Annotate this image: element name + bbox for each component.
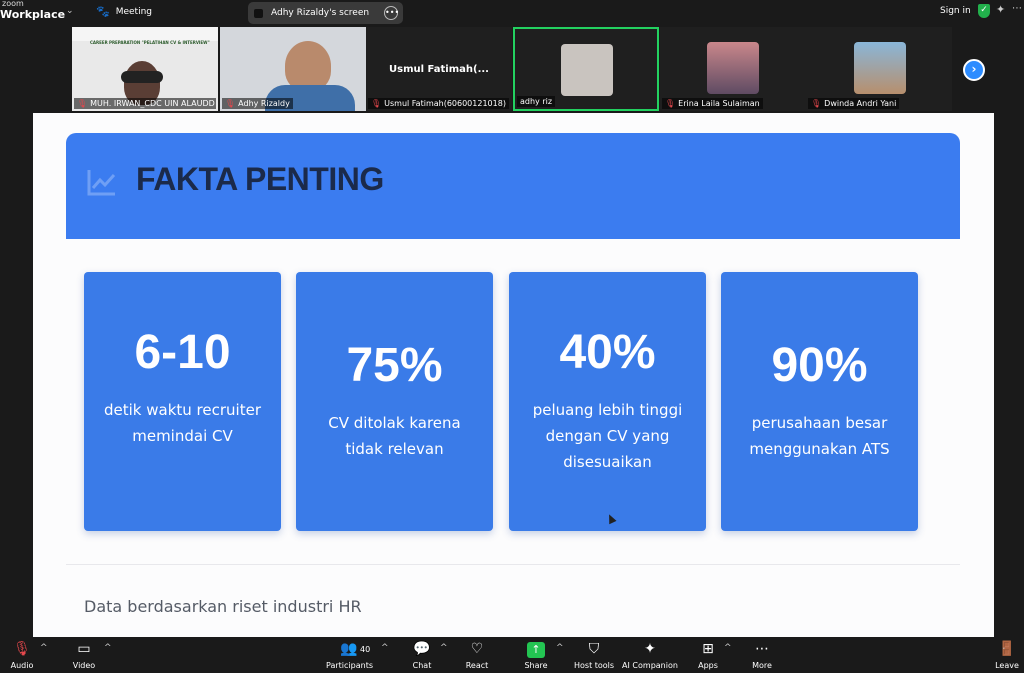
stat-card: 6-10 detik waktu recruiter memindai CV xyxy=(84,272,281,531)
apps-button[interactable]: ⊞ Apps xyxy=(694,639,722,670)
more-dots-icon: ⋯ xyxy=(755,641,769,657)
mic-muted-icon: 🎙 xyxy=(371,99,382,108)
participant-name: 🎙 Usmul Fatimah(60600121018) xyxy=(368,98,509,109)
stat-card: 90% perusahaan besar menggunakan ATS xyxy=(721,272,918,531)
mic-muted-icon: 🎙 xyxy=(811,99,822,108)
mic-muted-icon: 🎙 xyxy=(225,99,236,108)
audio-button[interactable]: 🎙 Audio xyxy=(8,639,36,670)
ai-sparkle-icon: ✦ xyxy=(644,641,656,657)
video-button[interactable]: ▭ Video xyxy=(70,639,98,670)
heart-icon: ♡ xyxy=(470,641,484,657)
slide-header: FAKTA PENTING xyxy=(66,133,960,239)
stat-card: 40% peluang lebih tinggi dengan CV yang … xyxy=(509,272,706,531)
audio-options-caret[interactable]: ^ xyxy=(40,643,48,653)
stat-description: detik waktu recruiter memindai CV xyxy=(104,401,261,445)
security-shield-icon[interactable]: ✓ xyxy=(978,4,990,18)
mic-muted-icon: 🎙 xyxy=(13,641,31,657)
stat-value: 6-10 xyxy=(134,326,231,379)
video-tile[interactable]: 🎙 Dwinda Andri Yani xyxy=(806,27,952,111)
stat-card: 75% CV ditolak karena tidak relevan xyxy=(296,272,493,531)
overflow-icon[interactable]: ⋯ xyxy=(1012,3,1022,14)
more-options-icon[interactable]: ••• xyxy=(384,6,399,20)
participant-name: adhy riz xyxy=(517,96,556,107)
meeting-tab[interactable]: 🐾 Meeting xyxy=(96,5,152,18)
leave-button[interactable]: 🚪 Leave xyxy=(994,639,1020,670)
slide-footnote: Data berdasarkan riset industri HR xyxy=(84,597,362,616)
stat-value: 75% xyxy=(346,339,443,392)
video-camera-icon: ▭ xyxy=(77,641,91,657)
stat-description: peluang lebih tinggi dengan CV yang dise… xyxy=(532,401,683,471)
stat-description: CV ditolak karena tidak relevan xyxy=(328,414,461,458)
participant-avatar xyxy=(707,42,759,94)
host-shield-icon: ⛉ xyxy=(588,641,600,657)
meeting-toolbar: 🎙 Audio ^ ▭ Video ^ 👥 Participants 40 ^ … xyxy=(0,637,1024,673)
slide-title: FAKTA PENTING xyxy=(136,161,384,197)
meeting-label: Meeting xyxy=(115,6,152,17)
ai-sparkle-icon[interactable]: ✦ xyxy=(996,3,1005,16)
brand-line2: Workplace xyxy=(0,8,66,21)
participant-avatar xyxy=(561,44,613,96)
participants-options-caret[interactable]: ^ xyxy=(381,643,389,653)
chat-options-caret[interactable]: ^ xyxy=(440,643,448,653)
participant-video xyxy=(285,41,331,91)
apps-grid-icon: ⊞ xyxy=(702,641,714,657)
participant-big-name: Usmul Fatimah(... xyxy=(389,64,489,75)
video-tile[interactable]: CAREER PREPARATION "PELATIHAN CV & INTER… xyxy=(72,27,218,111)
headset-icon xyxy=(121,71,163,83)
video-tile[interactable]: 🎙 Erina Laila Sulaiman xyxy=(660,27,806,111)
react-button[interactable]: ♡ React xyxy=(462,639,492,670)
brand-line1: zoom xyxy=(2,0,24,8)
top-bar: zoom Workplace ⌄ 🐾 Meeting Adhy Rizaldy'… xyxy=(0,0,1024,26)
sign-in-link[interactable]: Sign in xyxy=(940,6,971,16)
participant-avatar xyxy=(854,42,906,94)
trending-chart-icon xyxy=(87,170,116,196)
host-tools-button[interactable]: ⛉ Host tools xyxy=(574,639,614,670)
participant-name: 🎙 Erina Laila Sulaiman xyxy=(662,98,763,109)
divider xyxy=(66,564,960,565)
video-options-caret[interactable]: ^ xyxy=(104,643,112,653)
participants-button[interactable]: 👥 Participants xyxy=(326,639,373,670)
video-gallery: CAREER PREPARATION "PELATIHAN CV & INTER… xyxy=(0,26,1024,113)
participant-name: 🎙 Dwinda Andri Yani xyxy=(808,98,900,109)
share-button[interactable]: ↑ Share xyxy=(522,639,550,670)
chat-button[interactable]: 💬 Chat xyxy=(408,639,436,670)
video-tile-active-speaker[interactable]: adhy riz xyxy=(513,27,659,111)
mic-muted-icon: 🎙 xyxy=(77,99,88,108)
screen-label: Adhy Rizaldy's screen xyxy=(271,8,370,18)
leave-door-icon: 🚪 xyxy=(998,641,1016,657)
share-options-caret[interactable]: ^ xyxy=(556,643,564,653)
paw-icon: 🐾 xyxy=(96,5,110,18)
presentation-slide: FAKTA PENTING 6-10 detik waktu recruiter… xyxy=(33,113,994,637)
mic-muted-icon: 🎙 xyxy=(665,99,676,108)
ai-companion-button[interactable]: ✦ AI Companion xyxy=(622,639,678,670)
shared-screen: FAKTA PENTING 6-10 detik waktu recruiter… xyxy=(0,113,1024,637)
stat-value: 40% xyxy=(559,326,656,379)
video-tile[interactable]: Usmul Fatimah(... 🎙 Usmul Fatimah(6060012… xyxy=(366,27,512,111)
stat-description: perusahaan besar menggunakan ATS xyxy=(749,414,890,458)
participant-name: 🎙 Adhy Rizaldy xyxy=(222,98,293,109)
apps-options-caret[interactable]: ^ xyxy=(724,643,732,653)
slide-banner xyxy=(72,27,218,41)
next-page-icon[interactable]: › xyxy=(963,59,985,81)
stat-value: 90% xyxy=(771,339,868,392)
chevron-down-icon[interactable]: ⌄ xyxy=(66,6,74,16)
chat-icon: 💬 xyxy=(413,641,431,657)
more-button[interactable]: ⋯ More xyxy=(748,639,776,670)
screen-share-indicator[interactable]: Adhy Rizaldy's screen ••• xyxy=(248,2,403,24)
participants-count: 40 xyxy=(360,645,371,654)
banner-title: CAREER PREPARATION "PELATIHAN CV & INTER… xyxy=(90,40,210,45)
share-screen-icon: ↑ xyxy=(522,639,550,659)
screen-icon xyxy=(254,8,263,18)
participant-name: 🎙 MUH. IRWAN_CDC UIN ALAUDD N xyxy=(74,98,216,109)
video-tile[interactable]: 🎙 Adhy Rizaldy xyxy=(220,27,366,111)
